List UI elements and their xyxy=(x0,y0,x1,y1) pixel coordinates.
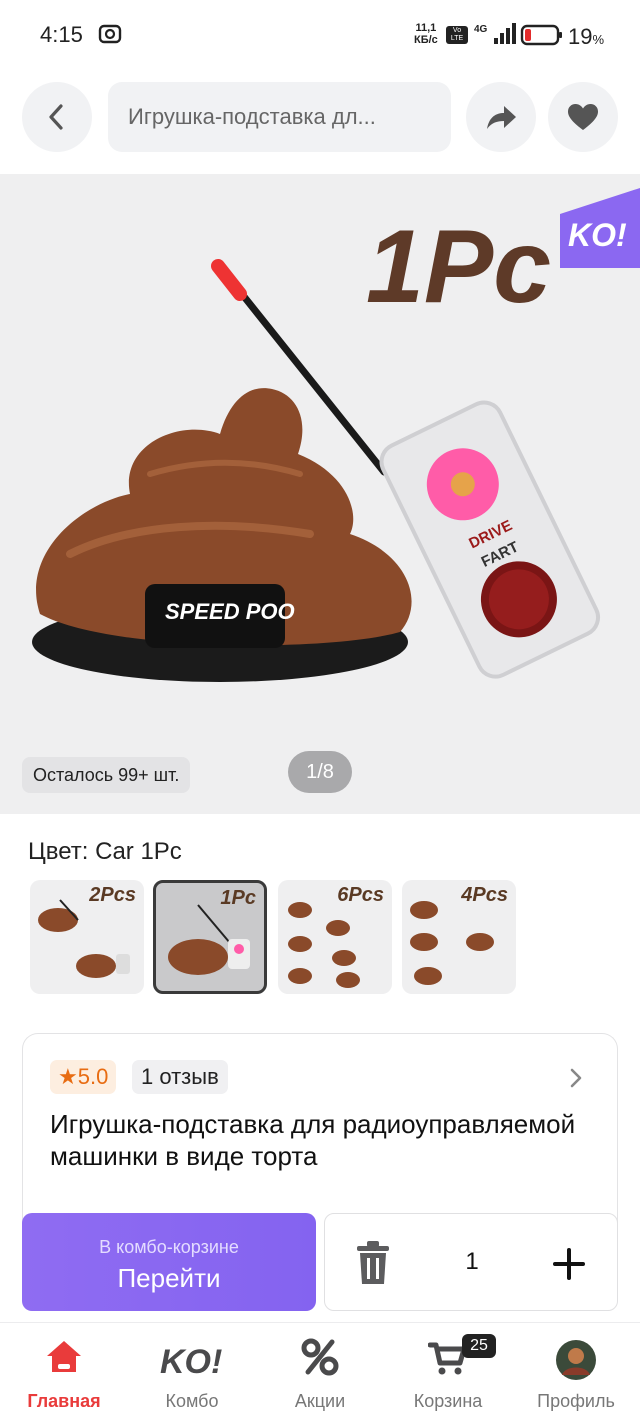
nav-combo[interactable]: KO! Комбо xyxy=(128,1323,256,1424)
photo-headline: 1Pc xyxy=(366,209,551,325)
share-button[interactable] xyxy=(466,82,536,152)
nav-label: Профиль xyxy=(537,1391,615,1411)
nav-label: Акции xyxy=(294,1391,346,1411)
color-label: Цвет: Car 1Pc xyxy=(28,838,182,865)
combo-caption: В комбо-корзине xyxy=(99,1237,239,1257)
brand-plate: SPEED POO xyxy=(165,599,295,624)
rating-badge[interactable]: ★5.0 xyxy=(50,1060,117,1094)
battery-percent-sign: % xyxy=(592,32,605,47)
avatar-icon xyxy=(556,1340,596,1380)
search-text: Игрушка-подставка дл... xyxy=(128,104,376,129)
nav-label: Комбо xyxy=(165,1391,219,1411)
heart-icon xyxy=(568,104,598,130)
trash-icon[interactable] xyxy=(353,1240,393,1286)
variant-thumb-label: 4Pcs xyxy=(461,884,508,906)
variant-thumb-label: 6Pcs xyxy=(337,884,384,906)
go-label: Перейти xyxy=(117,1263,221,1293)
status-time: 4:15 xyxy=(40,22,83,47)
variant-thumb-2pcs[interactable]: 2Pcs xyxy=(30,880,144,994)
remote-illustration: DRIVE FART xyxy=(379,400,601,679)
stock-remaining: Осталось 99+ шт. xyxy=(22,757,191,793)
net-speed-unit: КБ/с xyxy=(414,34,438,46)
plus-icon[interactable] xyxy=(551,1246,587,1282)
net-speed-value: 11,1 xyxy=(415,22,437,34)
ko-logo-icon: KO! xyxy=(160,1343,222,1379)
reviews-count[interactable]: 1 отзыв xyxy=(132,1060,228,1094)
nav-label: Корзина xyxy=(413,1391,483,1411)
ko-logo-text: KO! xyxy=(160,1343,222,1379)
chevron-right-icon[interactable] xyxy=(566,1066,586,1090)
ko-badge: KO! xyxy=(568,217,627,253)
product-image-gallery[interactable]: 1Pc KO! SPEED POO DRIVE FART xyxy=(0,174,640,814)
back-button[interactable] xyxy=(22,82,92,152)
percent-icon xyxy=(301,1338,339,1376)
bottom-navigation: Главная KO! Комбо Акции Корзина Профиль xyxy=(0,1322,640,1424)
net-type: 4G xyxy=(474,24,488,35)
battery-icon xyxy=(520,24,562,46)
nav-promotions[interactable]: Акции xyxy=(256,1323,384,1424)
nav-home[interactable]: Главная xyxy=(0,1323,128,1424)
home-icon xyxy=(47,1341,81,1372)
variant-thumb-6pcs[interactable]: 6Pcs xyxy=(278,880,392,994)
volte-icon: Vo LTE xyxy=(446,26,468,44)
battery-percent: 19% xyxy=(568,24,604,50)
quantity-value: 1 xyxy=(465,1248,479,1275)
rating-value: 5.0 xyxy=(77,1064,109,1089)
nav-profile[interactable]: Профиль xyxy=(512,1323,640,1424)
star-icon: ★ xyxy=(58,1064,78,1089)
quantity-stepper: 1 xyxy=(324,1213,618,1311)
variant-thumb-1pc[interactable]: 1Pc xyxy=(153,880,267,994)
battery-percent-value: 19 xyxy=(568,24,593,49)
variant-thumb-label: 2Pcs xyxy=(89,884,136,906)
share-arrow-icon xyxy=(487,106,516,129)
variant-thumb-label: 1Pc xyxy=(220,887,256,909)
product-photo: 1Pc KO! SPEED POO DRIVE FART xyxy=(32,188,640,682)
network-speed: 11,1 КБ/с xyxy=(414,22,438,46)
search-field[interactable]: Игрушка-подставка дл... xyxy=(108,82,451,152)
chevron-left-icon xyxy=(49,104,63,130)
product-title: Игрушка-подставка для радиоуправляемой м… xyxy=(50,1109,576,1171)
go-to-combo-cart-button[interactable]: В комбо-корзине Перейти xyxy=(22,1213,316,1311)
status-bar: 4:15 11,1 КБ/с Vo LTE 4G 19% xyxy=(0,0,640,70)
variant-thumb-4pcs[interactable]: 4Pcs xyxy=(402,880,516,994)
cart-badge: 25 xyxy=(462,1334,496,1358)
signal-icon: 4G xyxy=(474,23,516,44)
nav-label: Главная xyxy=(27,1391,101,1411)
favorite-button[interactable] xyxy=(548,82,618,152)
notification-icon xyxy=(98,24,122,44)
gallery-counter: 1/8 xyxy=(288,751,352,793)
